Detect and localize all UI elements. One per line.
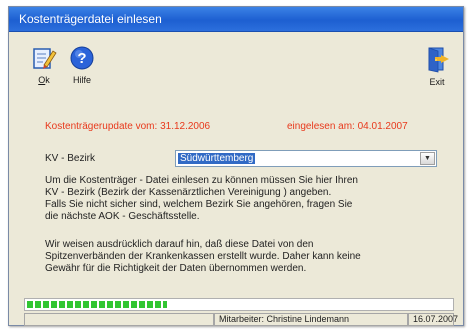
ok-label: Ok: [38, 75, 50, 85]
exit-door-icon: [428, 47, 449, 73]
kv-district-value: Südwürttemberg: [178, 153, 256, 164]
exit-label: Exit: [429, 77, 445, 87]
progress-fill: [27, 301, 167, 308]
svg-text:?: ?: [77, 50, 86, 67]
app-window: Kostenträgerdatei einlesen Ok ? Hilfe Ex…: [8, 6, 464, 326]
imported-date-text: eingelesen am: 04.01.2007: [287, 121, 408, 132]
help-button[interactable]: ? Hilfe: [65, 45, 99, 85]
help-question-icon: ?: [70, 46, 94, 70]
exit-button[interactable]: Exit: [421, 45, 453, 87]
info-paragraph-2-line-1: Wir weisen ausdrücklich darauf hin, daß …: [45, 239, 314, 250]
window-title: Kostenträgerdatei einlesen: [19, 12, 162, 26]
status-date: 16.07.2007: [408, 313, 458, 326]
toolbar: Ok ? Hilfe Exit: [9, 31, 463, 101]
kv-district-label: KV - Bezirk: [45, 153, 96, 164]
info-paragraph-1-line-1: Um die Kostenträger - Datei einlesen zu …: [45, 175, 358, 186]
title-bar: Kostenträgerdatei einlesen: [9, 7, 463, 32]
info-paragraph-1-line-3: Falls Sie nicht sicher sind, welchem Bez…: [45, 199, 353, 210]
help-label: Hilfe: [72, 75, 91, 85]
ok-button[interactable]: Ok: [29, 45, 59, 85]
info-paragraph-2-line-2: Spitzenverbänden der Krankenkassen erste…: [45, 251, 361, 262]
info-paragraph-1-line-2: KV - Bezirk (Bezirk der Kassenärztlichen…: [45, 187, 332, 198]
info-paragraph-2-line-3: Gewähr für die Richtigkeit der Daten übe…: [45, 263, 307, 274]
kv-district-select[interactable]: Südwürttemberg ▼: [175, 150, 437, 167]
update-date-text: Kostenträgerupdate vom: 31.12.2006: [45, 121, 211, 132]
ok-pencil-icon: [33, 48, 57, 69]
status-bar: Mitarbeiter: Christine Lindemann 16.07.2…: [24, 313, 458, 326]
chevron-down-icon[interactable]: ▼: [420, 152, 435, 165]
info-paragraph-1-line-4: die nächste AOK - Geschäftsstelle.: [45, 211, 200, 222]
status-user: Mitarbeiter: Christine Lindemann: [214, 313, 408, 326]
import-progress-bar: [24, 298, 454, 311]
status-empty-pane: [24, 313, 214, 326]
